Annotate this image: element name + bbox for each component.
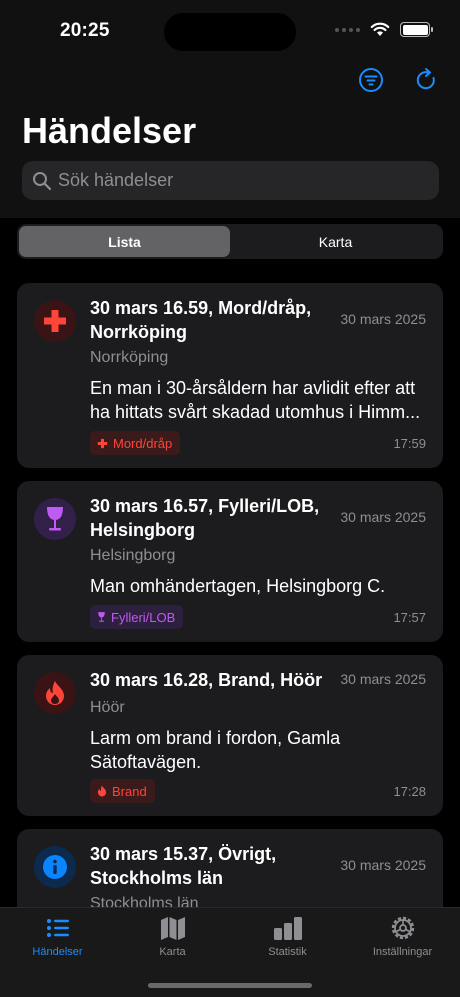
event-title: 30 mars 15.37, Övrigt, Stockholms län (90, 844, 277, 888)
refresh-button[interactable] (412, 66, 440, 94)
badge-label: Brand (112, 783, 147, 799)
page-title: Händelser (22, 110, 197, 151)
tab-label: Inställningar (372, 946, 433, 958)
status-time: 20:25 (60, 20, 110, 41)
search-bar[interactable] (22, 161, 439, 200)
event-description: Man omhändertagen, Helsingborg C. (90, 576, 386, 596)
refresh-icon (416, 68, 435, 90)
event-time: 17:57 (393, 610, 426, 625)
event-icon-container (34, 846, 76, 888)
tab-statistik[interactable]: Statistik (230, 914, 345, 958)
view-segmented-control: Lista Karta (17, 224, 443, 259)
wine-glass-icon (47, 507, 63, 531)
gear-icon (391, 916, 414, 940)
filter-button[interactable] (357, 66, 385, 94)
segment-list[interactable]: Lista (19, 226, 230, 257)
battery-icon (400, 22, 433, 37)
tab-label: Karta (159, 946, 186, 958)
tab-handelser[interactable]: Händelser (0, 914, 115, 958)
event-title: 30 mars 16.59, Mord/dråp, Norrköping (90, 298, 312, 342)
wifi-icon (370, 22, 390, 36)
tab-karta[interactable]: Karta (115, 914, 230, 958)
home-indicator (148, 983, 312, 988)
event-card[interactable]: 30 mars 16.28, Brand, Höör 30 mars 2025 … (17, 655, 443, 816)
event-icon-container (34, 672, 76, 714)
status-icons (335, 22, 433, 37)
event-title: 30 mars 16.57, Fylleri/LOB, Helsingborg (90, 496, 320, 540)
event-title: 30 mars 16.28, Brand, Höör (90, 670, 323, 690)
info-icon (43, 855, 67, 879)
event-category-badge: Brand (90, 779, 155, 803)
event-location: Norrköping (90, 349, 169, 366)
medical-cross-icon (44, 310, 66, 332)
filter-icon (359, 68, 383, 92)
dynamic-island (163, 12, 297, 52)
event-category-badge: Fylleri/LOB (90, 605, 184, 629)
tab-label: Statistik (268, 946, 307, 958)
event-description: Larm om brand i fordon, Gamla Sätoftaväg… (90, 728, 341, 772)
flame-icon (97, 785, 107, 797)
event-time: 17:28 (393, 784, 426, 799)
tab-bar: Händelser Karta Statistik Inställningar (0, 907, 460, 997)
search-input[interactable] (58, 170, 418, 191)
list-icon (46, 919, 69, 937)
bar-chart-icon (273, 917, 302, 940)
event-date: 30 mars 2025 (340, 671, 426, 687)
medical-cross-icon (97, 438, 108, 448)
event-location: Helsingborg (90, 547, 176, 564)
event-icon-container (34, 498, 76, 540)
event-card[interactable]: 30 mars 16.59, Mord/dråp, Norrköping 30 … (17, 283, 443, 468)
event-description: En man i 30-årsåldern har avlidit efter … (90, 378, 421, 422)
event-date: 30 mars 2025 (340, 509, 426, 525)
event-time: 17:59 (393, 436, 426, 451)
tab-label: Händelser (32, 946, 83, 958)
event-category-badge: Mord/dråp (90, 431, 181, 455)
search-icon (33, 171, 52, 190)
map-icon (160, 917, 185, 940)
event-icon-container (34, 300, 76, 342)
event-card[interactable]: 30 mars 16.57, Fylleri/LOB, Helsingborg … (17, 481, 443, 642)
flame-icon (46, 681, 64, 705)
badge-label: Mord/dråp (113, 435, 173, 451)
event-date: 30 mars 2025 (340, 311, 426, 327)
status-bar: 20:25 (0, 0, 460, 60)
badge-label: Fylleri/LOB (111, 609, 176, 625)
event-location: Höör (90, 699, 125, 716)
signal-icon (335, 27, 360, 32)
tab-installningar[interactable]: Inställningar (345, 914, 460, 958)
event-date: 30 mars 2025 (340, 857, 426, 873)
segment-map[interactable]: Karta (230, 226, 441, 257)
wine-glass-icon (98, 612, 105, 622)
